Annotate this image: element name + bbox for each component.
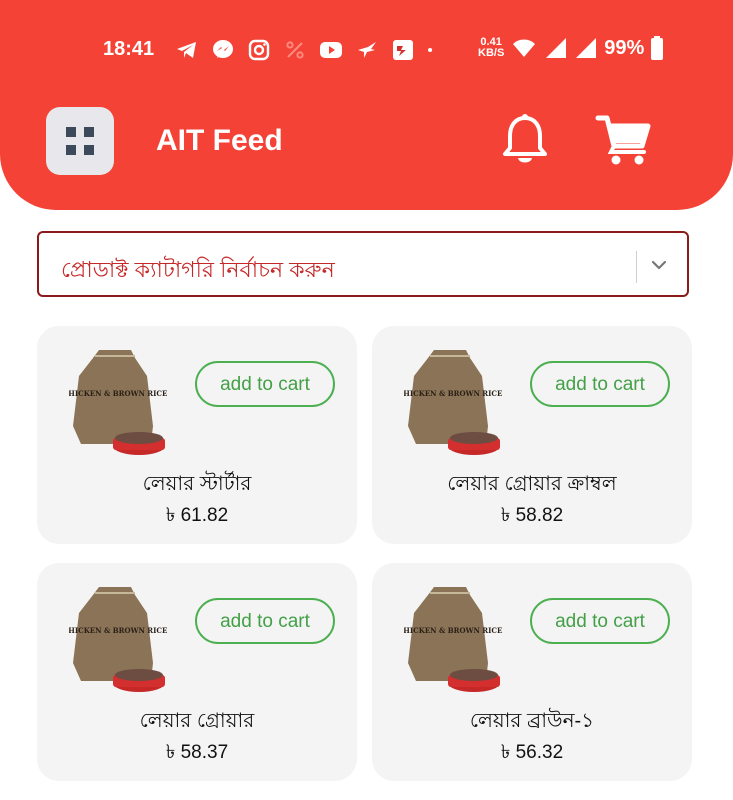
- percent-icon: [286, 41, 304, 59]
- app-title: AIT Feed: [156, 124, 283, 157]
- product-card[interactable]: CHICKEN & BROWN RICE add to cart লেয়ার …: [37, 563, 357, 781]
- app-header: 18:41 0.41 KB/S 99% AIT Feed: [0, 0, 733, 210]
- product-price: ৳ 58.37: [165, 742, 229, 763]
- add-to-cart-button[interactable]: add to cart: [195, 598, 335, 644]
- app-icon: [393, 40, 413, 60]
- feed-bag-image: CHICKEN & BROWN RICE: [404, 350, 502, 455]
- net-speed-unit: KB/S: [478, 47, 505, 59]
- net-speed: 0.41 KB/S: [478, 37, 504, 59]
- product-name: লেয়ার স্টার্টার: [142, 473, 252, 495]
- signal-icon-2: [576, 38, 597, 58]
- status-time: 18:41: [103, 38, 155, 60]
- bag-label: CHICKEN & BROWN RICE: [404, 389, 502, 398]
- dropdown-divider: [636, 251, 637, 283]
- product-card[interactable]: CHICKEN & BROWN RICE add to cart লেয়ার …: [37, 326, 357, 544]
- product-name: লেয়ার গ্রোয়ার ক্রাম্বল: [447, 473, 617, 495]
- bird-icon: [358, 42, 376, 58]
- product-card[interactable]: CHICKEN & BROWN RICE add to cart লেয়ার …: [372, 563, 692, 781]
- add-to-cart-button[interactable]: add to cart: [195, 361, 335, 407]
- product-card[interactable]: CHICKEN & BROWN RICE add to cart লেয়ার …: [372, 326, 692, 544]
- product-name: লেয়ার গ্রোয়ার: [139, 710, 255, 732]
- notification-button[interactable]: [500, 112, 550, 168]
- telegram-icon: [177, 42, 196, 58]
- bag-label: CHICKEN & BROWN RICE: [69, 626, 167, 635]
- feed-bag-image: CHICKEN & BROWN RICE: [404, 587, 502, 692]
- bag-label: CHICKEN & BROWN RICE: [69, 389, 167, 398]
- battery-icon: [651, 36, 664, 60]
- cart-button[interactable]: [594, 112, 654, 168]
- product-price: ৳ 58.82: [500, 505, 564, 526]
- youtube-icon: [320, 42, 342, 58]
- menu-button[interactable]: [46, 107, 114, 175]
- feed-bag-image: CHICKEN & BROWN RICE: [69, 350, 167, 455]
- product-price: ৳ 61.82: [165, 505, 229, 526]
- product-price: ৳ 56.32: [500, 742, 564, 763]
- chevron-down-icon: [651, 260, 667, 270]
- bag-label: CHICKEN & BROWN RICE: [404, 626, 502, 635]
- add-to-cart-button[interactable]: add to cart: [530, 361, 670, 407]
- add-to-cart-button[interactable]: add to cart: [530, 598, 670, 644]
- bell-icon: [503, 114, 547, 163]
- status-system-icons: 0.41 KB/S 99%: [478, 36, 664, 60]
- signal-icon: [546, 38, 567, 58]
- messenger-icon: [213, 40, 233, 58]
- category-placeholder: প্রোডাক্ট ক্যাটাগরি নির্বাচন করুন: [61, 257, 335, 282]
- grid-icon: [66, 127, 94, 155]
- cart-icon: [595, 115, 651, 165]
- status-notification-icons: [174, 38, 440, 62]
- battery-percent: 99%: [604, 36, 645, 59]
- wifi-icon: [513, 39, 536, 57]
- instagram-icon: [248, 39, 270, 61]
- status-bar: 18:41 0.41 KB/S 99%: [0, 30, 733, 70]
- product-name: লেয়ার ব্রাউন-১: [469, 710, 595, 732]
- dot-icon: [428, 47, 433, 53]
- feed-bag-image: CHICKEN & BROWN RICE: [69, 587, 167, 692]
- category-dropdown[interactable]: প্রোডাক্ট ক্যাটাগরি নির্বাচন করুন: [37, 231, 689, 297]
